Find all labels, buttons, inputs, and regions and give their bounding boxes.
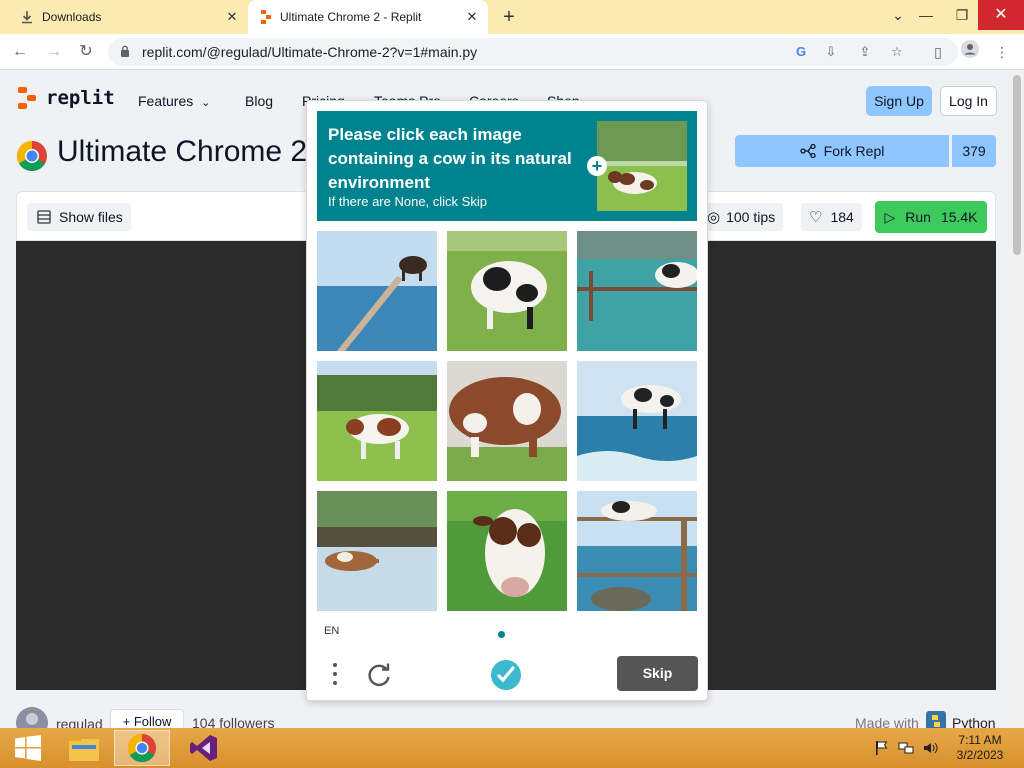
like-button[interactable]: ♡ 184	[801, 203, 862, 231]
captcha-tile-5[interactable]	[447, 361, 567, 481]
volume-icon[interactable]	[922, 740, 938, 756]
repl-title: Ultimate Chrome 2	[57, 135, 308, 168]
new-tab-button[interactable]: +	[498, 6, 520, 28]
captcha-tile-6[interactable]	[577, 361, 697, 481]
captcha-tile-1[interactable]	[317, 231, 437, 351]
tip-icon: ◎	[707, 209, 721, 226]
page-indicator-dot	[498, 631, 505, 638]
followers-count: 104 followers	[192, 715, 275, 728]
made-with-label: Made with	[855, 715, 919, 728]
captcha-tile-2[interactable]	[447, 231, 567, 351]
fork-repl-button[interactable]: Fork Repl	[735, 135, 949, 167]
replit-logo-icon	[18, 87, 38, 109]
refresh-icon[interactable]	[365, 661, 393, 689]
restore-button[interactable]: ❐	[944, 0, 980, 30]
close-window-button[interactable]: ✕	[978, 0, 1024, 30]
lock-icon	[121, 45, 129, 57]
minimize-button[interactable]: —	[908, 0, 944, 30]
files-icon	[37, 210, 51, 224]
chrome-icon[interactable]	[114, 730, 170, 766]
network-icon[interactable]	[898, 740, 914, 756]
language-selector[interactable]: EN	[324, 625, 339, 637]
replit-favicon-icon	[261, 10, 271, 24]
captcha-image-grid	[317, 231, 698, 612]
show-files-button[interactable]: Show files	[27, 203, 131, 231]
logo-text: replit	[46, 87, 115, 109]
captcha-tile-9[interactable]	[577, 491, 697, 611]
fork-icon	[800, 144, 816, 158]
sign-up-button[interactable]: Sign Up	[866, 86, 932, 116]
captcha-menu-icon[interactable]	[327, 659, 343, 689]
captcha-tile-8[interactable]	[447, 491, 567, 611]
chrome-logo-icon	[16, 141, 47, 172]
download-icon	[22, 11, 32, 24]
google-icon[interactable]: G	[792, 43, 810, 61]
captcha-tile-7[interactable]	[317, 491, 437, 611]
language-label: Python	[952, 715, 996, 728]
captcha-tile-3[interactable]	[577, 231, 697, 351]
heart-icon: ♡	[809, 209, 823, 226]
skip-button[interactable]: Skip	[617, 656, 698, 691]
tab-replit[interactable]: Ultimate Chrome 2 - Replit ✕	[248, 0, 488, 34]
address-bar[interactable]: replit.com/@regulad/Ultimate-Chrome-2?v=…	[108, 38, 958, 66]
fork-count: 379	[952, 135, 996, 167]
tab-downloads[interactable]: Downloads ✕	[0, 0, 248, 34]
tips-button[interactable]: ◎ 100 tips	[699, 203, 784, 231]
nav-blog[interactable]: Blog	[245, 93, 273, 109]
tab-title: Downloads	[42, 10, 102, 24]
close-tab-icon[interactable]: ✕	[464, 9, 480, 25]
forward-icon[interactable]: →	[42, 40, 66, 64]
clock-date: 3/2/2023	[956, 748, 1004, 762]
replit-logo[interactable]: replit	[18, 87, 115, 109]
captcha-example-image	[597, 121, 687, 211]
captcha-prompt: Please click each image containing a cow…	[328, 125, 572, 192]
bookmark-star-icon[interactable]: ☆	[888, 43, 906, 61]
chevron-down-icon: ⌄	[201, 97, 211, 109]
captcha-tile-4[interactable]	[317, 361, 437, 481]
share-icon[interactable]: ⇪	[856, 43, 874, 61]
play-icon: ▷	[884, 208, 896, 225]
url-text: replit.com/@regulad/Ultimate-Chrome-2?v=…	[142, 44, 478, 60]
back-icon[interactable]: ←	[8, 40, 32, 64]
chrome-menu-icon[interactable]: ⋮	[990, 40, 1014, 64]
tab-title: Ultimate Chrome 2 - Replit	[280, 10, 422, 24]
run-button[interactable]: ▷ Run 15.4K	[875, 201, 987, 233]
nav-features[interactable]: Features ⌄	[138, 93, 210, 109]
start-icon[interactable]	[0, 730, 56, 766]
plus-icon: +	[122, 714, 131, 728]
owner-name[interactable]: regulad	[56, 716, 103, 728]
file-explorer-icon[interactable]	[56, 730, 112, 766]
profile-icon[interactable]	[958, 40, 982, 64]
python-icon	[926, 711, 946, 728]
captcha-challenge: Please click each image containing a cow…	[306, 100, 708, 701]
reload-icon[interactable]: ↻	[74, 40, 98, 64]
accessibility-hand-icon[interactable]	[489, 658, 523, 692]
page-scrollbar[interactable]	[1010, 71, 1024, 728]
close-tab-icon[interactable]: ✕	[224, 9, 240, 25]
browser-toolbar: ← → ↻ replit.com/@regulad/Ultimate-Chrom…	[0, 34, 1024, 70]
visual-studio-icon[interactable]	[176, 730, 232, 766]
taskbar: 7:11 AM 3/2/2023	[0, 728, 1024, 768]
install-app-icon[interactable]: ⇩	[822, 43, 840, 61]
log-in-button[interactable]: Log In	[940, 86, 997, 116]
captcha-header: Please click each image containing a cow…	[317, 111, 697, 221]
flag-icon[interactable]	[874, 740, 890, 756]
side-panel-icon[interactable]: ▯	[926, 40, 950, 64]
captcha-subtext: If there are None, click Skip	[328, 194, 487, 209]
clock-time: 7:11 AM	[958, 733, 1002, 747]
system-clock[interactable]: 7:11 AM 3/2/2023	[950, 733, 1010, 763]
fork-label: Fork Repl	[823, 143, 885, 159]
avatar[interactable]	[16, 707, 48, 728]
follow-button[interactable]: + Follow	[110, 709, 184, 728]
tab-strip: Downloads ✕ Ultimate Chrome 2 - Replit ✕…	[0, 0, 1024, 34]
example-expand-icon[interactable]: +	[587, 156, 607, 176]
